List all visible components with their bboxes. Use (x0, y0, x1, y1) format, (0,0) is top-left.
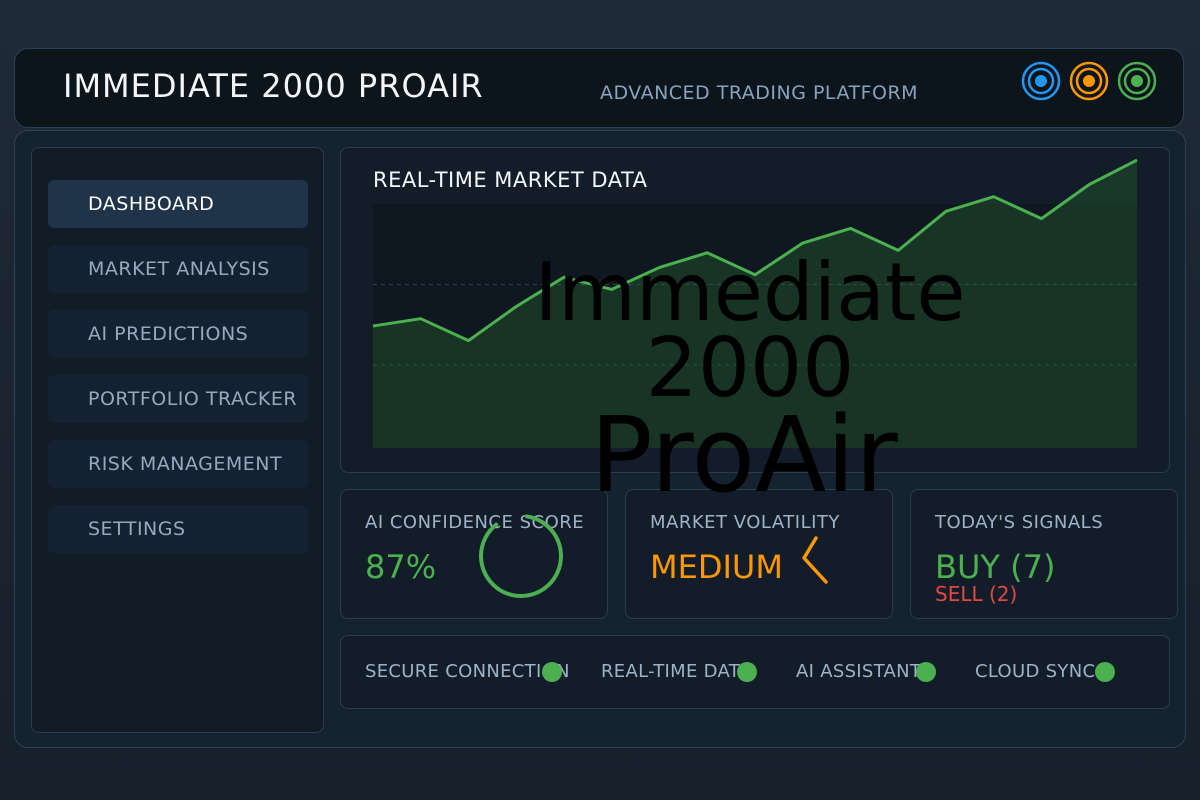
status-bar: SECURE CONNECTION REAL-TIME DATA AI ASSI… (340, 635, 1170, 709)
secure-connection-status-dot-icon (542, 662, 562, 682)
volatility-value: MEDIUM (650, 548, 783, 586)
status-real-time-data: REAL-TIME DATA (601, 661, 752, 682)
app-header: IMMEDIATE 2000 PROAIR ADVANCED TRADING P… (14, 48, 1184, 128)
signals-card: TODAY'S SIGNALS BUY (7) SELL (2) (910, 489, 1178, 619)
sell-signals-value: SELL (2) (935, 582, 1018, 606)
status-icons (1021, 61, 1157, 101)
market-chart-panel: REAL-TIME MARKET DATA (340, 147, 1170, 473)
status-ai-assistant: AI ASSISTANT (796, 661, 922, 682)
real-time-data-status-dot-icon (737, 662, 757, 682)
blue-ring-icon[interactable] (1021, 61, 1061, 101)
ai-assistant-status-dot-icon (916, 662, 936, 682)
confidence-card: AI CONFIDENCE SCORE 87% (340, 489, 608, 619)
sidebar: DASHBOARD MARKET ANALYSIS AI PREDICTIONS… (31, 147, 324, 733)
volatility-label: MARKET VOLATILITY (650, 512, 840, 533)
main-area: DASHBOARD MARKET ANALYSIS AI PREDICTIONS… (14, 130, 1186, 748)
status-cloud-sync: CLOUD SYNC (975, 661, 1096, 682)
volatility-card: MARKET VOLATILITY MEDIUM (625, 489, 893, 619)
signals-label: TODAY'S SIGNALS (935, 512, 1104, 533)
sidebar-item-risk-management[interactable]: RISK MANAGEMENT (48, 440, 308, 488)
sidebar-item-settings[interactable]: SETTINGS (48, 505, 308, 553)
confidence-gauge-icon (479, 514, 563, 598)
orange-ring-icon[interactable] (1069, 61, 1109, 101)
cloud-sync-status-dot-icon (1095, 662, 1115, 682)
sidebar-item-ai-predictions[interactable]: AI PREDICTIONS (48, 310, 308, 358)
volatility-zigzag-icon (802, 536, 828, 584)
sidebar-item-portfolio-tracker[interactable]: PORTFOLIO TRACKER (48, 375, 308, 423)
green-ring-icon[interactable] (1117, 61, 1157, 101)
app-subtitle: ADVANCED TRADING PLATFORM (600, 82, 919, 104)
buy-signals-value: BUY (7) (935, 548, 1056, 586)
status-secure-connection: SECURE CONNECTION (365, 661, 570, 682)
app-title: IMMEDIATE 2000 PROAIR (63, 67, 484, 105)
sidebar-item-dashboard[interactable]: DASHBOARD (48, 180, 308, 228)
sidebar-item-market-analysis[interactable]: MARKET ANALYSIS (48, 245, 308, 293)
confidence-value: 87% (365, 548, 437, 586)
market-chart (372, 158, 1138, 448)
